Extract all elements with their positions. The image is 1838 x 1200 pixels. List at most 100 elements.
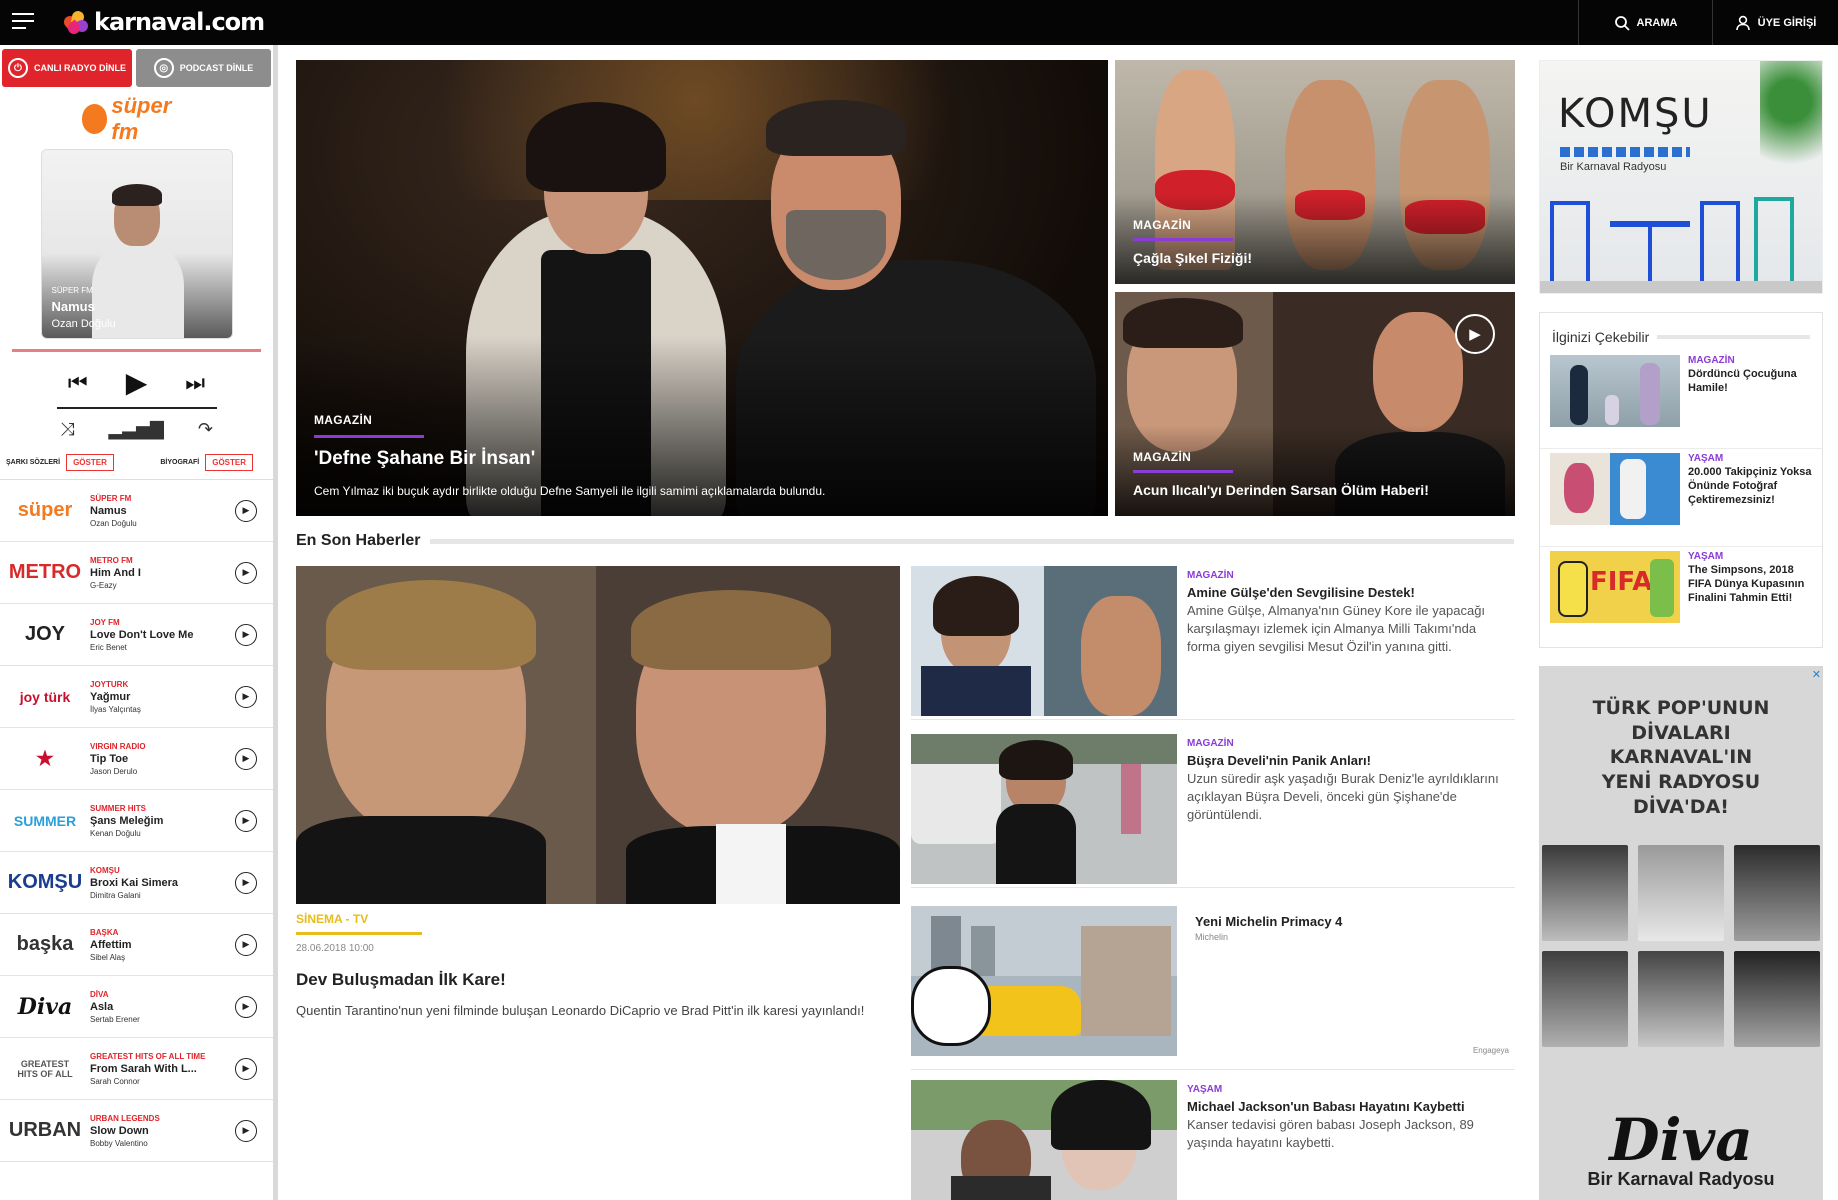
menu-icon[interactable] <box>12 13 34 31</box>
play-icon[interactable]: ▶ <box>235 995 257 1018</box>
lyrics-show-button[interactable]: GÖSTER <box>66 454 114 471</box>
play-icon[interactable]: ▶ <box>235 871 257 894</box>
power-icon: ⏻ <box>8 58 28 78</box>
playback-progress[interactable] <box>12 349 261 352</box>
search-label: ARAMA <box>1636 16 1678 29</box>
station-logo: Diva <box>17 993 73 1020</box>
recommended-item[interactable]: YAŞAM 20.000 Takipçiniz Yoksa Önünde Fot… <box>1540 453 1822 547</box>
news-title[interactable]: Michael Jackson'un Babası Hayatını Kaybe… <box>1187 1099 1507 1114</box>
play-icon[interactable]: ▶ <box>235 933 257 956</box>
recommended-thumb[interactable]: FIFA <box>1550 551 1680 623</box>
diva-logo: Diva <box>1609 1106 1753 1174</box>
play-icon[interactable]: ▶ <box>235 1119 257 1142</box>
recommended-item[interactable]: FIFA YAŞAM The Simpsons, 2018 FIFA Dünya… <box>1540 551 1822 645</box>
news-thumb[interactable] <box>911 906 1177 1056</box>
station-row[interactable]: başka BAŞKA Affettim Sibel Alaş ▶ <box>0 914 273 976</box>
share-icon[interactable]: ↷ <box>198 419 213 440</box>
play-icon[interactable]: ▶ <box>126 366 148 399</box>
station-row[interactable]: süper SÜPER FM Namus Ozan Doğulu ▶ <box>0 480 273 542</box>
search-button[interactable]: ARAMA <box>1578 0 1712 45</box>
featured-title[interactable]: Dev Buluşmadan İlk Kare! <box>296 970 900 990</box>
video-play-icon[interactable]: ▶ <box>1455 314 1495 354</box>
station-row[interactable]: ★ VIRGIN RADIO Tip Toe Jason Derulo ▶ <box>0 728 273 790</box>
news-description: Amine Gülşe, Almanya'nın Güney Kore ile … <box>1187 603 1486 655</box>
news-title[interactable]: Amine Gülşe'den Sevgilisine Destek! <box>1187 585 1507 600</box>
station-row[interactable]: GREATEST HITS OF ALL GREATEST HITS OF ALL… <box>0 1038 273 1100</box>
station-logo: SUMMER <box>13 812 77 829</box>
featured-news-image[interactable] <box>296 566 900 904</box>
station-name: SUMMER HITS <box>90 803 146 813</box>
station-row[interactable]: Diva DİVA Asla Sertab Erener ▶ <box>0 976 273 1038</box>
diva-ad[interactable]: ✕ TÜRK POP'UNUN DİVALARI KARNAVAL'IN YEN… <box>1539 666 1823 1200</box>
station-name: METRO FM <box>90 555 133 565</box>
news-description: Uzun süredir aşk yaşadığı Burak Deniz'le… <box>1187 771 1499 823</box>
diva-sub: Bir Karnaval Radyosu <box>1587 1169 1775 1189</box>
play-icon[interactable]: ▶ <box>235 809 257 832</box>
sponsored-news-item[interactable]: Yeni Michelin Primacy 4 Michelin Engagey… <box>911 906 1515 1070</box>
station-song: Asla <box>90 1000 114 1013</box>
news-item[interactable]: MAGAZİN Amine Gülşe'den Sevgilisine Dest… <box>911 566 1515 720</box>
current-station-logo: süper fm <box>81 93 192 144</box>
komsu-title: KOMŞU <box>1558 91 1713 137</box>
side-card-1[interactable]: MAGAZİN Çağla Şıkel Fiziği! <box>1115 60 1515 284</box>
top-bar: karnaval.com ARAMA ÜYE GİRİŞİ <box>0 0 1838 45</box>
next-icon[interactable]: ⏭ <box>185 370 205 396</box>
featured-category: SİNEMA - TV <box>296 912 369 926</box>
podcast-button[interactable]: ◎ PODCAST DİNLE <box>136 49 271 87</box>
sponsor-label[interactable]: Engageya <box>1473 1046 1509 1055</box>
station-artist: Kenan Doğulu <box>90 828 141 838</box>
station-logo: METRO <box>8 561 82 583</box>
volume-icon[interactable]: ▂▃▅▇ <box>108 419 163 440</box>
play-icon[interactable]: ▶ <box>235 623 257 646</box>
hero-description: Cem Yılmaz iki buçuk aydır birlikte oldu… <box>314 484 826 498</box>
news-item[interactable]: MAGAZİN Büşra Develi'nin Panik Anları! U… <box>911 734 1515 888</box>
previous-icon[interactable]: ⏮ <box>68 370 88 396</box>
search-icon <box>1614 15 1630 31</box>
login-button[interactable]: ÜYE GİRİŞİ <box>1712 0 1838 45</box>
news-thumb[interactable] <box>911 566 1177 716</box>
recommended-title[interactable]: The Simpsons, 2018 FIFA Dünya Kupasının … <box>1688 564 1812 605</box>
recommended-title[interactable]: Dördüncü Çocuğuna Hamile! <box>1688 368 1812 396</box>
side-card-2-title[interactable]: Acun Ilıcalı'yı Derinden Sarsan Ölüm Hab… <box>1133 482 1429 498</box>
recommended-title[interactable]: 20.000 Takipçiniz Yoksa Önünde Fotoğraf … <box>1688 466 1812 507</box>
podcast-icon: ◎ <box>153 58 174 78</box>
play-icon[interactable]: ▶ <box>235 685 257 708</box>
bio-show-button[interactable]: GÖSTER <box>205 454 253 471</box>
station-row[interactable]: SUMMER SUMMER HITS Şans Meleğim Kenan Doğul… <box>0 790 273 852</box>
side-card-2[interactable]: ▶ MAGAZİN Acun Ilıcalı'yı Derinden Sarsa… <box>1115 292 1515 516</box>
play-icon[interactable]: ▶ <box>235 499 257 522</box>
recommended-thumb[interactable] <box>1550 355 1680 427</box>
station-song: Broxi Kai Simera <box>90 876 179 889</box>
station-artist: İlyas Yalçıntaş <box>90 704 141 714</box>
ad-close-icon[interactable]: ✕ <box>1812 668 1821 681</box>
site-logo[interactable]: karnaval.com <box>61 6 265 38</box>
hero-card[interactable]: MAGAZİN 'Defne Şahane Bir İnsan' Cem Yıl… <box>296 60 1108 516</box>
station-row[interactable]: joy türk JOYTURK Yağmur İlyas Yalçıntaş ▶ <box>0 666 273 728</box>
recommended-category: YAŞAM <box>1688 551 1724 562</box>
recommended-item[interactable]: MAGAZİN Dördüncü Çocuğuna Hamile! <box>1540 355 1822 449</box>
station-name: DİVA <box>90 989 109 999</box>
news-source: Michelin <box>1195 932 1229 942</box>
news-title[interactable]: Büşra Develi'nin Panik Anları! <box>1187 753 1507 768</box>
news-title[interactable]: Yeni Michelin Primacy 4 <box>1195 914 1507 929</box>
station-row[interactable]: URBAN URBAN LEGENDS Slow Down Bobby Valenti… <box>0 1100 273 1162</box>
hero-title[interactable]: 'Defne Şahane Bir İnsan' <box>314 448 825 470</box>
news-thumb[interactable] <box>911 1080 1177 1200</box>
station-artist: Jason Derulo <box>90 766 138 776</box>
station-row[interactable]: JOY JOY FM Love Don't Love Me Eric Benet ▶ <box>0 604 273 666</box>
station-row[interactable]: METRO METRO FM Him And I G-Eazy ▶ <box>0 542 273 604</box>
news-item[interactable]: YAŞAM Michael Jackson'un Babası Hayatını… <box>911 1080 1515 1200</box>
station-name: BAŞKA <box>90 927 119 937</box>
play-icon[interactable]: ▶ <box>235 561 257 584</box>
komsu-ad[interactable]: KOMŞU Bir Karnaval Radyosu <box>1539 60 1823 294</box>
recommended-thumb[interactable] <box>1550 453 1680 525</box>
station-row[interactable]: KOMŞU KOMŞU Broxi Kai Simera Dimitra Galani… <box>0 852 273 914</box>
news-thumb[interactable] <box>911 734 1177 884</box>
station-artist: Dimitra Galani <box>90 890 141 900</box>
shuffle-icon[interactable]: ⤨ <box>60 419 74 440</box>
play-icon[interactable]: ▶ <box>235 747 257 770</box>
play-icon[interactable]: ▶ <box>235 1057 257 1080</box>
featured-news[interactable]: SİNEMA - TV 28.06.2018 10:00 Dev Buluşma… <box>296 566 900 1020</box>
live-radio-button[interactable]: ⏻ CANLI RADYO DİNLE <box>2 49 132 87</box>
side-card-1-title[interactable]: Çağla Şıkel Fiziği! <box>1133 250 1252 266</box>
